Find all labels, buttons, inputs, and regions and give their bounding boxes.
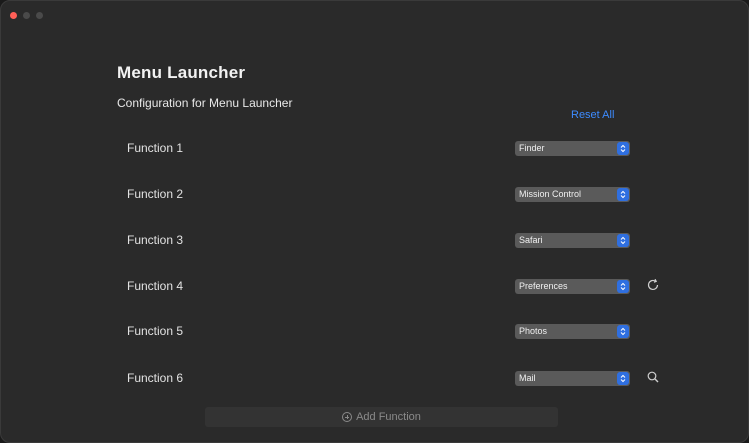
- function-label: Function 6: [127, 371, 184, 385]
- function-label: Function 2: [127, 187, 184, 201]
- function-6-select[interactable]: Mail: [515, 371, 630, 386]
- chevron-up-down-icon: [617, 372, 629, 385]
- chevron-up-down-icon: [617, 280, 629, 293]
- function-row-6: Function 6 Mail: [1, 367, 748, 391]
- select-value: Photos: [519, 326, 548, 336]
- page-subtitle: Configuration for Menu Launcher: [117, 96, 293, 110]
- plus-circle-icon: [342, 412, 353, 422]
- function-label: Function 5: [127, 324, 184, 338]
- function-label: Function 4: [127, 279, 184, 293]
- select-value: Mail: [519, 373, 536, 383]
- function-2-select[interactable]: Mission Control: [515, 187, 630, 202]
- select-value: Safari: [519, 235, 543, 245]
- function-5-select[interactable]: Photos: [515, 324, 630, 339]
- select-value: Finder: [519, 143, 545, 153]
- select-value: Mission Control: [519, 189, 582, 199]
- chevron-up-down-icon: [617, 234, 629, 247]
- function-row-5: Function 5 Photos: [1, 320, 748, 344]
- reset-all-link[interactable]: Reset All: [571, 109, 614, 121]
- zoom-window-button[interactable]: [36, 12, 43, 19]
- function-row-4: Function 4 Preferences: [1, 275, 748, 299]
- function-3-select[interactable]: Safari: [515, 233, 630, 248]
- select-value: Preferences: [519, 281, 568, 291]
- close-window-button[interactable]: [10, 12, 17, 19]
- function-1-select[interactable]: Finder: [515, 141, 630, 156]
- title-bar: [1, 1, 748, 29]
- chevron-up-down-icon: [617, 188, 629, 201]
- add-function-label: Add Function: [356, 411, 421, 423]
- add-function-button[interactable]: Add Function: [205, 407, 558, 427]
- page-title: Menu Launcher: [117, 63, 246, 82]
- chevron-up-down-icon: [617, 142, 629, 155]
- function-row-2: Function 2 Mission Control: [1, 183, 748, 207]
- search-icon[interactable]: [645, 369, 661, 385]
- function-label: Function 1: [127, 141, 184, 155]
- app-window: Menu Launcher Configuration for Menu Lau…: [0, 0, 749, 443]
- function-4-select[interactable]: Preferences: [515, 279, 630, 294]
- minimize-window-button[interactable]: [23, 12, 30, 19]
- function-label: Function 3: [127, 233, 184, 247]
- refresh-icon[interactable]: [645, 277, 661, 293]
- chevron-up-down-icon: [617, 325, 629, 338]
- function-row-1: Function 1 Finder: [1, 137, 748, 161]
- function-row-3: Function 3 Safari: [1, 229, 748, 253]
